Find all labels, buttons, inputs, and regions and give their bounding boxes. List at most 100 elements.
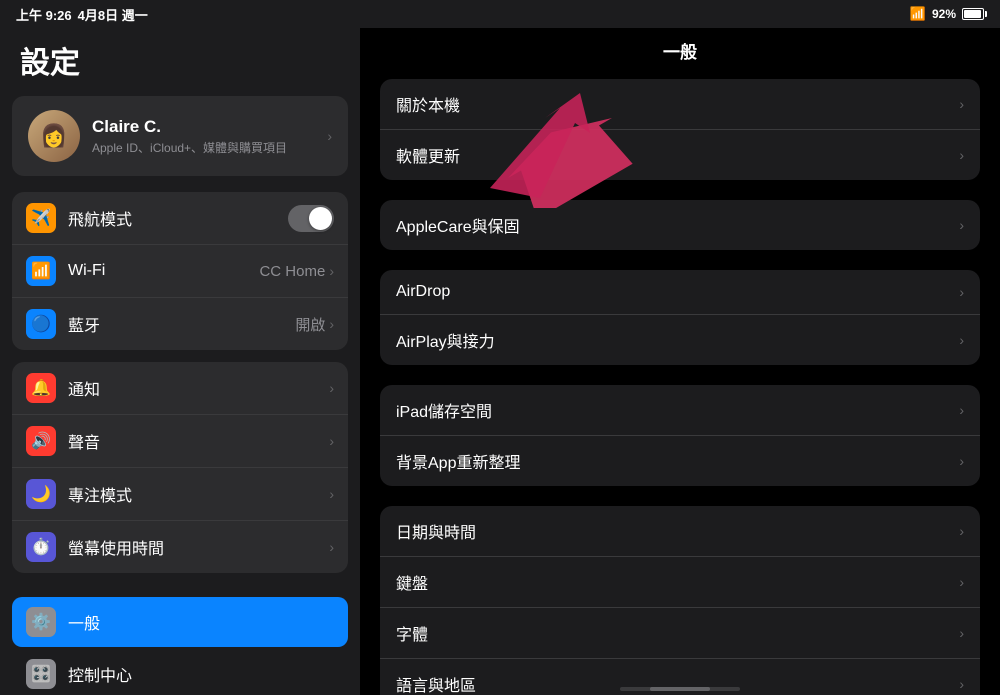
- applecare-label: AppleCare與保固: [396, 213, 959, 237]
- sound-chevron: ›: [329, 433, 334, 449]
- profile-card[interactable]: 👩 Claire C. Apple ID、iCloud+、媒體與購買項目 ›: [12, 96, 348, 176]
- bluetooth-icon: 🔵: [26, 309, 56, 339]
- wifi-label: Wi-Fi: [68, 262, 259, 280]
- focus-icon: 🌙: [26, 479, 56, 509]
- airdrop-label: AirDrop: [396, 283, 959, 301]
- toggle-thumb: [309, 207, 332, 230]
- software-update-label: 軟體更新: [396, 143, 959, 167]
- sound-icon: 🔊: [26, 426, 56, 456]
- wifi-icon: 📶: [910, 6, 926, 22]
- about-row[interactable]: 關於本機 ›: [380, 79, 980, 129]
- sidebar: 設定 👩 Claire C. Apple ID、iCloud+、媒體與購買項目 …: [0, 28, 360, 695]
- control-center-label: 控制中心: [68, 662, 132, 686]
- notifications-chevron: ›: [329, 380, 334, 396]
- notifications-label: 通知: [68, 376, 329, 400]
- airdrop-row[interactable]: AirDrop ›: [380, 270, 980, 314]
- applecare-row[interactable]: AppleCare與保固 ›: [380, 200, 980, 250]
- content-area: 一般 關於本機 › 軟體更新 › AppleCare與保固 ›: [360, 28, 1000, 695]
- wifi-chevron: ›: [329, 263, 334, 279]
- keyboard-chevron: ›: [959, 574, 964, 590]
- content-title: 一般: [663, 43, 697, 62]
- sound-row[interactable]: 🔊 聲音 ›: [12, 414, 348, 467]
- focus-label: 專注模式: [68, 482, 329, 506]
- applecare-chevron: ›: [959, 217, 964, 233]
- time-label: 上午 9:26: [16, 5, 72, 24]
- applecare-group: AppleCare與保固 ›: [380, 200, 980, 250]
- focus-chevron: ›: [329, 486, 334, 502]
- datetime-label: 日期與時間: [396, 519, 959, 543]
- battery-icon: [962, 8, 984, 20]
- about-group: 關於本機 › 軟體更新 ›: [380, 79, 980, 180]
- sound-label: 聲音: [68, 429, 329, 453]
- sidebar-title: 設定: [0, 28, 360, 96]
- language-label: 語言與地區: [396, 672, 959, 695]
- airplay-label: AirPlay與接力: [396, 328, 959, 352]
- profile-info: Claire C. Apple ID、iCloud+、媒體與購買項目: [92, 117, 315, 156]
- battery-fill: [964, 10, 981, 18]
- main-layout: 設定 👩 Claire C. Apple ID、iCloud+、媒體與購買項目 …: [0, 28, 1000, 695]
- about-label: 關於本機: [396, 92, 959, 116]
- airplane-mode-toggle[interactable]: [288, 205, 334, 232]
- datetime-chevron: ›: [959, 523, 964, 539]
- general-label: 一般: [68, 610, 100, 634]
- wifi-value: CC Home: [259, 263, 325, 280]
- status-bar-left: 上午 9:26 4月8日 週一: [16, 5, 148, 24]
- screen-time-icon: ⏱️: [26, 532, 56, 562]
- background-app-label: 背景App重新整理: [396, 449, 959, 473]
- scrollbar-track: [620, 687, 740, 691]
- scrollbar-thumb: [650, 687, 710, 691]
- background-app-row[interactable]: 背景App重新整理 ›: [380, 435, 980, 486]
- battery-percent: 92%: [932, 7, 956, 21]
- airplay-chevron: ›: [959, 332, 964, 348]
- font-chevron: ›: [959, 625, 964, 641]
- status-bar: 上午 9:26 4月8日 週一 📶 92%: [0, 0, 1000, 28]
- wifi-row[interactable]: 📶 Wi-Fi CC Home ›: [12, 244, 348, 297]
- content-scroll: 關於本機 › 軟體更新 › AppleCare與保固 › AirDrop: [360, 71, 1000, 695]
- about-chevron: ›: [959, 96, 964, 112]
- airdrop-group: AirDrop › AirPlay與接力 ›: [380, 270, 980, 365]
- wifi-icon-row: 📶: [26, 256, 56, 286]
- profile-chevron: ›: [327, 128, 332, 144]
- bluetooth-label: 藍牙: [68, 312, 295, 336]
- software-update-chevron: ›: [959, 147, 964, 163]
- status-bar-right: 📶 92%: [910, 6, 984, 22]
- datetime-group: 日期與時間 › 鍵盤 › 字體 › 語言與地區 › 辭典 ›: [380, 506, 980, 695]
- general-icon: ⚙️: [26, 607, 56, 637]
- avatar: 👩: [28, 110, 80, 162]
- date-label: 4月8日 週一: [78, 5, 148, 24]
- storage-row[interactable]: iPad儲存空間 ›: [380, 385, 980, 435]
- airdrop-chevron: ›: [959, 284, 964, 300]
- screen-time-label: 螢幕使用時間: [68, 535, 329, 559]
- profile-name: Claire C.: [92, 117, 315, 137]
- airplay-row[interactable]: AirPlay與接力 ›: [380, 314, 980, 365]
- bluetooth-chevron: ›: [329, 316, 334, 332]
- airplane-mode-row[interactable]: ✈️ 飛航模式: [12, 192, 348, 244]
- background-app-chevron: ›: [959, 453, 964, 469]
- storage-label: iPad儲存空間: [396, 398, 959, 422]
- profile-subtitle: Apple ID、iCloud+、媒體與購買項目: [92, 139, 315, 156]
- notifications-row[interactable]: 🔔 通知 ›: [12, 362, 348, 414]
- keyboard-row[interactable]: 鍵盤 ›: [380, 556, 980, 607]
- storage-chevron: ›: [959, 402, 964, 418]
- airplane-mode-icon: ✈️: [26, 203, 56, 233]
- software-update-row[interactable]: 軟體更新 ›: [380, 129, 980, 180]
- focus-row[interactable]: 🌙 專注模式 ›: [12, 467, 348, 520]
- quick-settings-group: ✈️ 飛航模式 📶 Wi-Fi CC Home › 🔵 藍牙 開啟 ›: [12, 192, 348, 350]
- keyboard-label: 鍵盤: [396, 570, 959, 594]
- screen-time-row[interactable]: ⏱️ 螢幕使用時間 ›: [12, 520, 348, 573]
- control-center-icon: 🎛️: [26, 659, 56, 689]
- content-header: 一般: [360, 28, 1000, 71]
- bluetooth-value: 開啟: [295, 314, 325, 335]
- airplane-mode-label: 飛航模式: [68, 206, 288, 230]
- screen-time-chevron: ›: [329, 539, 334, 555]
- language-chevron: ›: [959, 676, 964, 692]
- app-settings-group: 🔔 通知 › 🔊 聲音 › 🌙 專注模式 › ⏱️ 螢幕使用時間 ›: [12, 362, 348, 573]
- datetime-row[interactable]: 日期與時間 ›: [380, 506, 980, 556]
- general-row-active[interactable]: ⚙️ 一般: [12, 597, 348, 647]
- storage-group: iPad儲存空間 › 背景App重新整理 ›: [380, 385, 980, 486]
- notifications-icon: 🔔: [26, 373, 56, 403]
- bluetooth-row[interactable]: 🔵 藍牙 開啟 ›: [12, 297, 348, 350]
- control-center-row[interactable]: 🎛️ 控制中心: [12, 649, 348, 695]
- font-row[interactable]: 字體 ›: [380, 607, 980, 658]
- font-label: 字體: [396, 621, 959, 645]
